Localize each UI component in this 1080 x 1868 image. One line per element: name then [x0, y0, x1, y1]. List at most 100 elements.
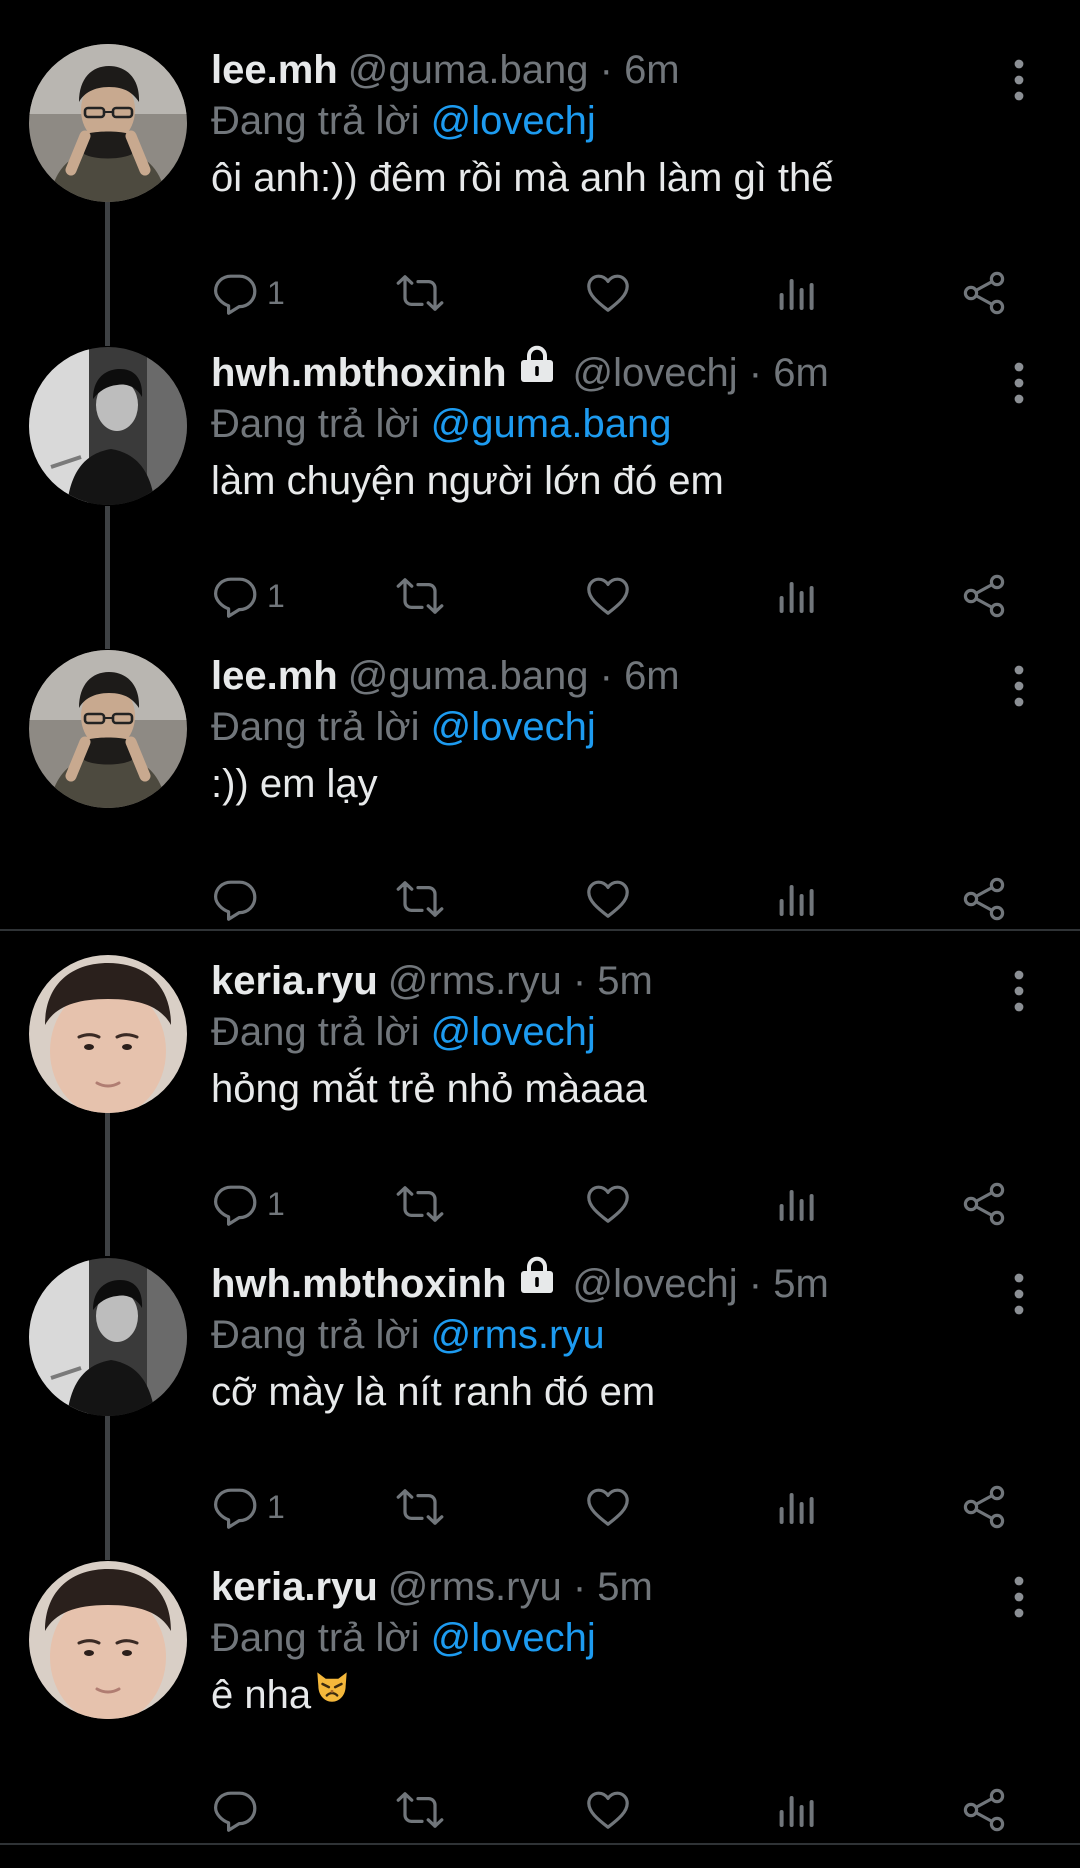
views-button[interactable]: [772, 566, 820, 626]
tweet-content: lee.mh @guma.bang · 6m Đang trả lời @lovec…: [211, 650, 1040, 816]
separator-dot: ·: [599, 654, 613, 698]
like-icon: [584, 1483, 632, 1531]
more-options-icon[interactable]: [1007, 361, 1031, 405]
user-handle[interactable]: @guma.bang: [348, 654, 589, 698]
user-handle[interactable]: @lovechj: [573, 351, 738, 395]
avatar[interactable]: [29, 1561, 187, 1719]
tweet-card[interactable]: lee.mh @guma.bang · 6m Đang trả lời @lovec…: [0, 44, 1080, 347]
timestamp[interactable]: 5m: [597, 959, 653, 1003]
replying-to-handle-link[interactable]: @lovechj: [431, 1616, 596, 1660]
avatar[interactable]: [29, 1258, 187, 1416]
user-handle[interactable]: @rms.ryu: [388, 959, 562, 1003]
reply-button[interactable]: [211, 1780, 267, 1840]
like-icon: [584, 572, 632, 620]
timestamp[interactable]: 6m: [624, 654, 680, 698]
tweet-header: lee.mh @guma.bang · 6m: [211, 650, 1040, 702]
reply-icon: [211, 269, 259, 317]
separator-dot: ·: [748, 1262, 763, 1306]
retweet-button[interactable]: [396, 869, 444, 929]
share-button[interactable]: [960, 1780, 1008, 1840]
share-icon: [960, 1483, 1008, 1531]
replying-to-label: Đang trả lời: [211, 1313, 420, 1357]
share-button[interactable]: [960, 566, 1008, 626]
more-options-icon[interactable]: [1007, 58, 1031, 102]
display-name[interactable]: keria.ryu: [211, 1565, 378, 1609]
replying-to-line: Đang trả lời @lovechj: [211, 702, 1040, 752]
views-button[interactable]: [772, 1174, 820, 1234]
tweet-card[interactable]: lee.mh @guma.bang · 6m Đang trả lời @lovec…: [0, 650, 1080, 953]
like-button[interactable]: [584, 1174, 632, 1234]
share-icon: [960, 1180, 1008, 1228]
avatar[interactable]: [29, 955, 187, 1113]
more-options-icon[interactable]: [1007, 664, 1031, 708]
tweet-header: keria.ryu @rms.ryu · 5m: [211, 1561, 1040, 1613]
retweet-button[interactable]: [396, 566, 444, 626]
share-button[interactable]: [960, 1477, 1008, 1537]
replying-to-handle-link[interactable]: @rms.ryu: [431, 1313, 605, 1357]
display-name[interactable]: keria.ryu: [211, 959, 378, 1003]
retweet-button[interactable]: [396, 1780, 444, 1840]
replying-to-handle-link[interactable]: @lovechj: [431, 705, 596, 749]
like-button[interactable]: [584, 1780, 632, 1840]
replying-to-handle-link[interactable]: @lovechj: [431, 1010, 596, 1054]
tweet-card[interactable]: keria.ryu @rms.ryu · 5m Đang trả lời @love…: [0, 1561, 1080, 1864]
reply-button[interactable]: [211, 869, 267, 929]
tweet-content: lee.mh @guma.bang · 6m Đang trả lời @lovec…: [211, 44, 1040, 210]
tweet-content: keria.ryu @rms.ryu · 5m Đang trả lời @love…: [211, 1561, 1040, 1727]
like-button[interactable]: [584, 869, 632, 929]
lock-icon-glyph: [517, 344, 557, 384]
avatar-keria-image: [29, 955, 187, 1113]
reply-icon: [211, 1786, 259, 1834]
tweet-text-content: hỏng mắt trẻ nhỏ màaaa: [211, 1067, 647, 1111]
views-button[interactable]: [772, 869, 820, 929]
tweet-card[interactable]: keria.ryu @rms.ryu · 5m Đang trả lời @love…: [0, 955, 1080, 1258]
tweet-text-content: cỡ mày là nít ranh đó em: [211, 1370, 656, 1414]
retweet-button[interactable]: [396, 1477, 444, 1537]
like-button[interactable]: [584, 566, 632, 626]
reply-count: 1: [267, 1185, 285, 1222]
views-icon: [772, 269, 820, 317]
like-button[interactable]: [584, 1477, 632, 1537]
views-button[interactable]: [772, 1780, 820, 1840]
timestamp[interactable]: 6m: [624, 48, 680, 92]
like-button[interactable]: [584, 263, 632, 323]
display-name[interactable]: lee.mh: [211, 654, 338, 698]
tweet-text: cỡ mày là nít ranh đó em: [211, 1360, 1040, 1424]
share-icon: [960, 875, 1008, 923]
timestamp[interactable]: 5m: [773, 1262, 829, 1306]
display-name[interactable]: hwh.mbthoxinh: [211, 351, 507, 395]
tweet-text-content: làm chuyện người lớn đó em: [211, 459, 724, 503]
tweet-text-content: ôi anh:)) đêm rồi mà anh làm gì thế: [211, 156, 834, 200]
more-options-icon[interactable]: [1007, 969, 1031, 1013]
views-button[interactable]: [772, 263, 820, 323]
avatar[interactable]: [29, 347, 187, 505]
tweet-card[interactable]: hwh.mbthoxinh @lovechj · 6m Đang trả lời @…: [0, 347, 1080, 650]
retweet-button[interactable]: [396, 1174, 444, 1234]
user-handle[interactable]: @lovechj: [573, 1262, 738, 1306]
reply-button[interactable]: 1: [211, 1477, 285, 1537]
reply-button[interactable]: 1: [211, 1174, 285, 1234]
more-options-icon[interactable]: [1007, 1575, 1031, 1619]
share-button[interactable]: [960, 869, 1008, 929]
reply-button[interactable]: 1: [211, 566, 285, 626]
share-button[interactable]: [960, 263, 1008, 323]
replying-to-line: Đang trả lời @lovechj: [211, 96, 1040, 146]
timestamp[interactable]: 6m: [773, 351, 829, 395]
share-button[interactable]: [960, 1174, 1008, 1234]
tweet-action-bar: 1: [0, 566, 1080, 626]
user-handle[interactable]: @guma.bang: [348, 48, 589, 92]
user-handle[interactable]: @rms.ryu: [388, 1565, 562, 1609]
retweet-button[interactable]: [396, 263, 444, 323]
avatar[interactable]: [29, 44, 187, 202]
display-name[interactable]: hwh.mbthoxinh: [211, 1262, 507, 1306]
avatar[interactable]: [29, 650, 187, 808]
views-button[interactable]: [772, 1477, 820, 1537]
retweet-icon: [396, 1483, 444, 1531]
display-name[interactable]: lee.mh: [211, 48, 338, 92]
more-options-icon[interactable]: [1007, 1272, 1031, 1316]
reply-button[interactable]: 1: [211, 263, 285, 323]
replying-to-handle-link[interactable]: @guma.bang: [431, 402, 672, 446]
replying-to-handle-link[interactable]: @lovechj: [431, 99, 596, 143]
timestamp[interactable]: 5m: [597, 1565, 653, 1609]
tweet-card[interactable]: hwh.mbthoxinh @lovechj · 5m Đang trả lời @…: [0, 1258, 1080, 1561]
